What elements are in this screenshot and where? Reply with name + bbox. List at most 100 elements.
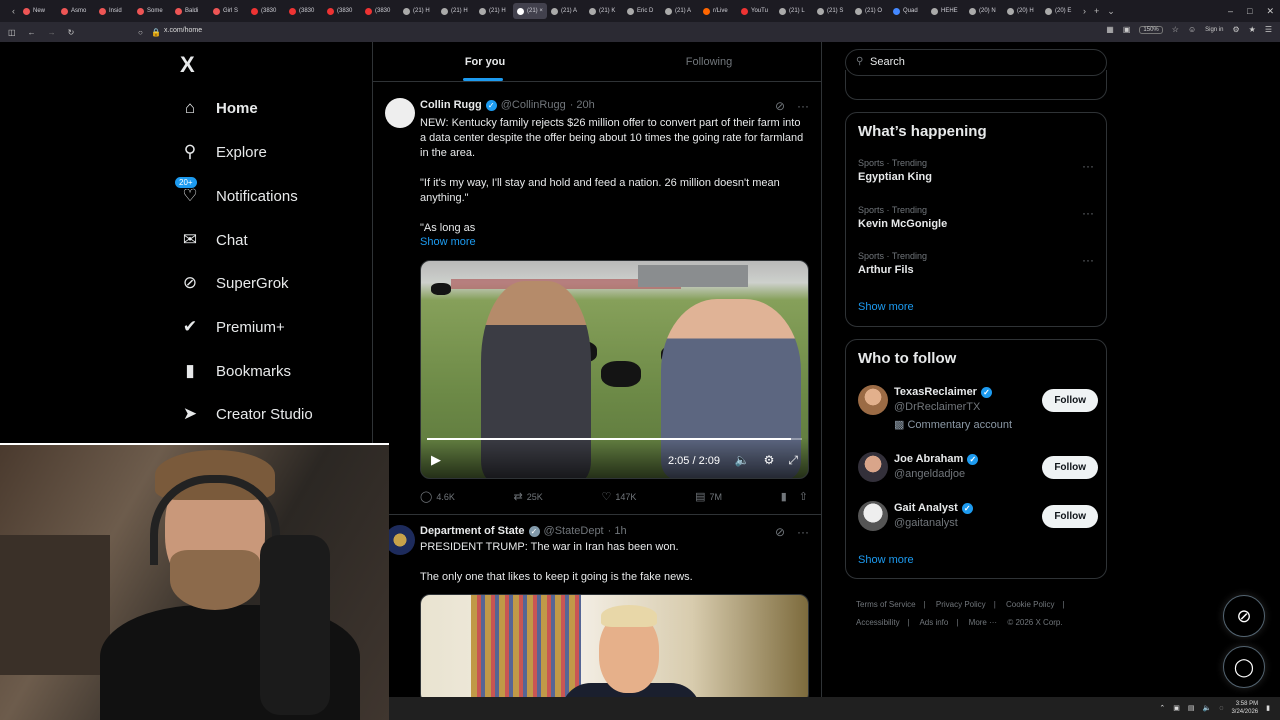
browser-tab[interactable]: (3830: [323, 3, 361, 19]
browser-tab[interactable]: (3830: [247, 3, 285, 19]
browser-tab[interactable]: (3830: [285, 3, 323, 19]
browser-tab[interactable]: (21) ×: [513, 3, 547, 19]
nav-item-explore[interactable]: ⚲ Explore: [180, 142, 267, 162]
browser-tab[interactable]: (21) K: [585, 3, 623, 19]
bookmark-star-icon[interactable]: ☆: [1172, 25, 1179, 34]
volume-icon[interactable]: 🔈: [735, 453, 750, 468]
video-player[interactable]: ▶ 2:05 / 2:09 🔈 ⚙ ⤢: [420, 260, 809, 479]
share-icon[interactable]: ⇧: [799, 490, 808, 503]
browser-tab[interactable]: Insid: [95, 3, 133, 19]
post-time[interactable]: · 1h: [608, 525, 627, 537]
browser-tab[interactable]: r/Live: [699, 3, 737, 19]
author-handle[interactable]: @StateDept: [544, 525, 604, 537]
browser-tab[interactable]: Some: [133, 3, 171, 19]
footer-link-ads[interactable]: Ads info: [919, 618, 948, 627]
browser-tab[interactable]: (21) S: [813, 3, 851, 19]
trend-item[interactable]: Sports · Trending Kevin McGonigle: [858, 205, 947, 230]
shortcut-icon[interactable]: ★: [1249, 25, 1256, 34]
trend-item[interactable]: Sports · Trending Egyptian King: [858, 158, 932, 183]
browser-tab[interactable]: (20) E: [1041, 3, 1079, 19]
forward-icon[interactable]: →: [48, 28, 56, 37]
zoom-indicator[interactable]: 150%: [1139, 25, 1163, 34]
video-progress-bar[interactable]: [427, 438, 802, 440]
more-icon[interactable]: ···: [797, 99, 809, 113]
reply-button[interactable]: ◯ 4.6K: [420, 490, 455, 503]
browser-tab[interactable]: Eric D: [623, 3, 661, 19]
browser-tab[interactable]: HEHE: [927, 3, 965, 19]
post-time[interactable]: · 20h: [570, 99, 595, 111]
browser-tab[interactable]: (21) L: [775, 3, 813, 19]
extensions-icon[interactable]: ⚙: [1232, 25, 1239, 34]
follow-button[interactable]: Follow: [1042, 505, 1098, 528]
browser-tab[interactable]: Girl S: [209, 3, 247, 19]
post[interactable]: Department of State ✓ @StateDept · 1h ⊘ …: [373, 515, 821, 697]
tab-following[interactable]: Following: [597, 42, 821, 81]
chat-fab-icon[interactable]: ◯: [1223, 646, 1265, 688]
address-bar[interactable]: x.com/home: [164, 27, 202, 34]
browser-tab[interactable]: (3830: [361, 3, 399, 19]
browser-tab[interactable]: YouTu: [737, 3, 775, 19]
reload-icon[interactable]: ↻: [68, 28, 75, 37]
avatar[interactable]: [858, 452, 888, 482]
browser-tab[interactable]: (21) A: [661, 3, 699, 19]
browser-tab[interactable]: (21) A: [547, 3, 585, 19]
show-more-link[interactable]: Show more: [858, 554, 914, 566]
browser-tab[interactable]: (21) H: [399, 3, 437, 19]
browser-tab[interactable]: New: [19, 3, 57, 19]
fullscreen-icon[interactable]: ⤢: [788, 453, 798, 468]
browser-tab[interactable]: (21) H: [475, 3, 513, 19]
like-button[interactable]: ♡ 147K: [601, 490, 636, 503]
author-handle[interactable]: @CollinRugg: [501, 99, 566, 111]
browser-tab[interactable]: (21) O: [851, 3, 889, 19]
minimize-icon[interactable]: –: [1228, 6, 1233, 16]
reader-icon[interactable]: ▦: [1106, 25, 1114, 34]
tab-scroll-right-icon[interactable]: ›: [1079, 6, 1090, 16]
show-more-link[interactable]: Show more: [420, 236, 476, 248]
avatar[interactable]: [385, 98, 415, 128]
browser-tab[interactable]: (21) H: [437, 3, 475, 19]
footer-link-privacy[interactable]: Privacy Policy: [936, 600, 986, 609]
more-icon[interactable]: ···: [797, 525, 809, 539]
back-icon[interactable]: ←: [28, 28, 36, 37]
close-icon[interactable]: ✕: [1266, 6, 1274, 17]
clock[interactable]: 3:58 PM 3/24/2026: [1231, 700, 1258, 716]
author-name[interactable]: Department of State: [420, 525, 525, 537]
avatar[interactable]: [858, 501, 888, 531]
follow-suggestion[interactable]: Gait Analyst ✓ @gaitanalyst Follow: [858, 501, 1098, 537]
settings-icon[interactable]: ⚙: [764, 453, 775, 468]
tab-for-you[interactable]: For you: [373, 42, 597, 81]
browser-tab[interactable]: Asmo: [57, 3, 95, 19]
bookmark-icon[interactable]: ▮: [781, 490, 787, 503]
play-icon[interactable]: ▶: [431, 452, 441, 468]
browser-tab[interactable]: Baldi: [171, 3, 209, 19]
display-icon[interactable]: ▣: [1173, 704, 1180, 712]
grok-fab-icon[interactable]: ⊘: [1223, 595, 1265, 637]
tab-list-icon[interactable]: ‹: [8, 6, 19, 16]
nav-item-creator-studio[interactable]: ➤ Creator Studio: [180, 404, 313, 424]
footer-link-more[interactable]: More ···: [969, 618, 997, 627]
footer-link-accessibility[interactable]: Accessibility: [856, 618, 900, 627]
signin-button[interactable]: Sign in: [1205, 27, 1223, 33]
post[interactable]: Collin Rugg ✓ @CollinRugg · 20h ⊘ ··· NE…: [373, 82, 821, 515]
bluetooth-icon[interactable]: ◌: [1219, 705, 1223, 712]
show-more-link[interactable]: Show more: [858, 301, 914, 313]
browser-tab[interactable]: (20) N: [965, 3, 1003, 19]
footer-link-terms[interactable]: Terms of Service: [856, 600, 916, 609]
more-icon[interactable]: ···: [1082, 206, 1094, 220]
nav-item-notifications[interactable]: ♡ 20+ Notifications: [174, 176, 298, 206]
sidebar-icon[interactable]: ◫: [8, 28, 16, 37]
x-logo[interactable]: X: [180, 52, 195, 78]
new-tab-icon[interactable]: +: [1090, 6, 1103, 16]
nav-item-bookmarks[interactable]: ▮ Bookmarks: [180, 361, 291, 381]
nav-item-supergrok[interactable]: ⊘ SuperGrok: [180, 273, 289, 293]
grok-icon[interactable]: ⊘: [775, 99, 785, 113]
footer-link-cookies[interactable]: Cookie Policy: [1006, 600, 1054, 609]
views-button[interactable]: ▤ 7M: [695, 490, 722, 503]
picture-icon[interactable]: ▣: [1123, 25, 1131, 34]
more-icon[interactable]: ···: [1082, 159, 1094, 173]
grok-icon[interactable]: ⊘: [775, 525, 785, 539]
follow-button[interactable]: Follow: [1042, 389, 1098, 412]
more-icon[interactable]: ···: [1082, 253, 1094, 267]
nav-item-home[interactable]: ⌂ Home: [180, 98, 258, 118]
trend-item[interactable]: Sports · Trending Arthur Fils: [858, 251, 927, 276]
